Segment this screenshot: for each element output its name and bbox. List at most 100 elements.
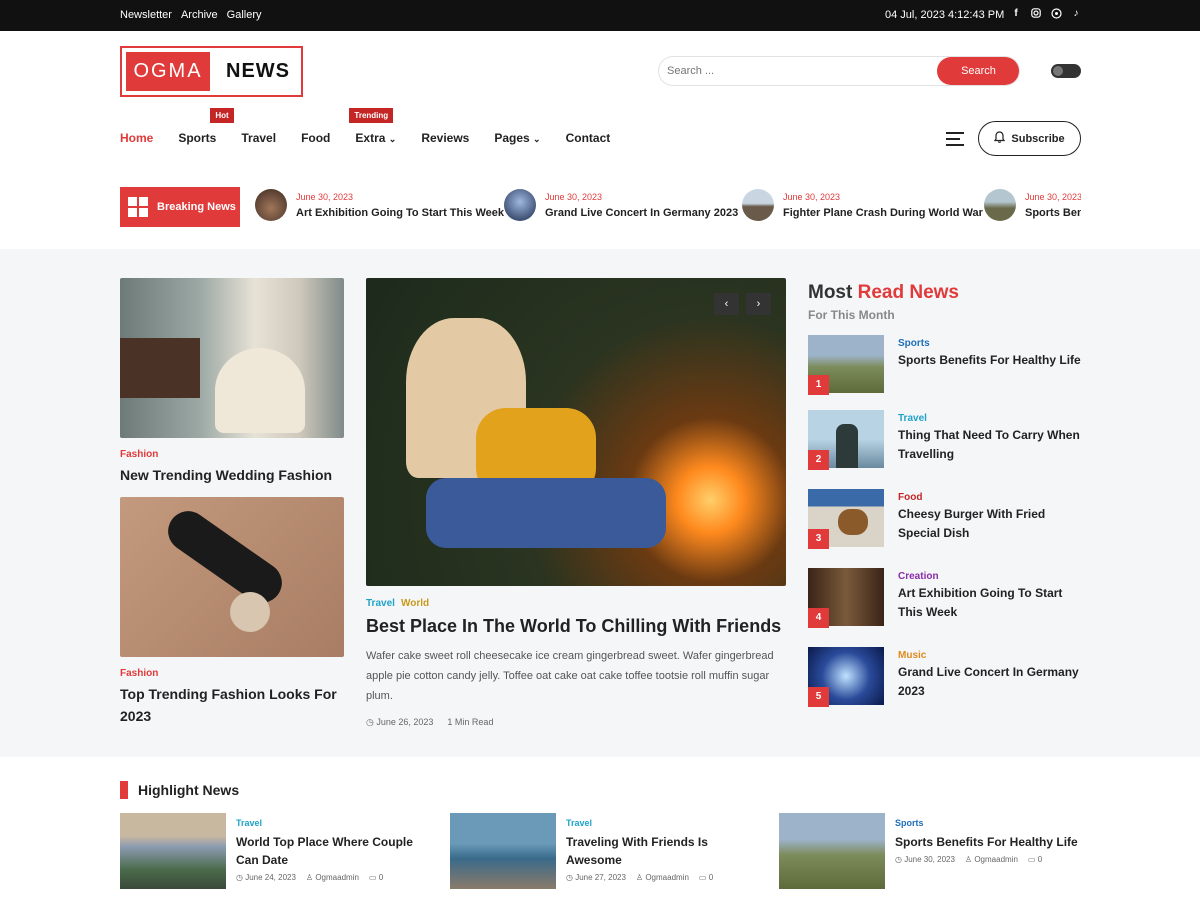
most-read-category[interactable]: Food xyxy=(898,492,922,503)
ticker-title: Sports Ben xyxy=(1025,207,1081,219)
breaking-label-text: Breaking News xyxy=(157,201,236,213)
card-category[interactable]: Fashion xyxy=(120,668,158,679)
nav-pages[interactable]: Pages ⌄ xyxy=(494,131,540,145)
nav-contact-label: Contact xyxy=(565,131,611,145)
rank-number: 4 xyxy=(808,608,829,628)
highlight-item-title[interactable]: World Top Place Where Couple Can Date xyxy=(236,833,421,869)
rank-number: 3 xyxy=(808,529,829,549)
most-read-category[interactable]: Music xyxy=(898,650,926,661)
card-title[interactable]: Top Trending Fashion Looks For 2023 xyxy=(120,683,344,727)
hamburger-menu-icon[interactable] xyxy=(946,132,964,146)
highlight-item[interactable]: Travel Traveling With Friends Is Awesome… xyxy=(450,813,750,889)
feature-meta: ◷ June 26, 2023 1 Min Read xyxy=(366,717,493,728)
ticker-item[interactable]: June 30, 2023 Art Exhibition Going To Sta… xyxy=(255,189,504,221)
chevron-down-icon: ⌄ xyxy=(388,134,397,144)
most-read-title[interactable]: Sports Benefits For Healthy Life xyxy=(898,351,1083,370)
logo-part-2: NEWS xyxy=(226,60,290,82)
nav-contact[interactable]: Contact xyxy=(566,131,611,145)
nav-extra[interactable]: Trending Extra ⌄ xyxy=(349,108,397,145)
highlight-item[interactable]: Sports Sports Benefits For Healthy Life … xyxy=(779,813,1079,889)
search-button[interactable]: Search xyxy=(937,57,1019,85)
highlight-thumb xyxy=(120,813,226,889)
link-archive[interactable]: Archive xyxy=(181,9,218,21)
rank-number: 1 xyxy=(808,375,829,395)
most-read-category[interactable]: Creation xyxy=(898,571,939,582)
user-icon: ♙ Ogmaadmin xyxy=(635,873,689,882)
instagram-icon[interactable] xyxy=(1030,8,1042,20)
ticker-date: June 30, 2023 xyxy=(545,192,603,202)
subscribe-button[interactable]: Subscribe xyxy=(978,121,1081,156)
rank-number: 5 xyxy=(808,687,829,707)
nav-sports[interactable]: Hot Sports xyxy=(178,108,234,145)
most-read-item[interactable]: 5 Music Grand Live Concert In Germany 20… xyxy=(808,647,1081,707)
ticker-date: June 30, 2023 xyxy=(783,192,841,202)
comment-icon: ▭ 0 xyxy=(698,873,714,882)
facebook-icon[interactable]: f xyxy=(1010,8,1022,20)
most-read-item[interactable]: 2 Travel Thing That Need To Carry When T… xyxy=(808,410,1081,470)
whatsapp-icon[interactable] xyxy=(1050,8,1062,20)
highlight-item[interactable]: Travel World Top Place Where Couple Can … xyxy=(120,813,420,889)
highlight-comments: 0 xyxy=(708,873,714,882)
dark-mode-toggle[interactable] xyxy=(1051,64,1081,78)
ticker-item[interactable]: June 30, 2023 Grand Live Concert In Germa… xyxy=(504,189,738,221)
highlight-item-title[interactable]: Sports Benefits For Healthy Life xyxy=(895,833,1080,851)
most-read-item[interactable]: 1 Sports Sports Benefits For Healthy Lif… xyxy=(808,335,1081,395)
nav-home[interactable]: Home xyxy=(120,131,153,145)
feature-description: Wafer cake sweet roll cheesecake ice cre… xyxy=(366,650,774,702)
highlight-category[interactable]: Travel xyxy=(236,818,262,828)
feature-category-travel[interactable]: Travel xyxy=(366,598,395,609)
feature-title[interactable]: Best Place In The World To Chilling With… xyxy=(366,616,786,637)
ticker-item[interactable]: June 30, 2023 Sports Ben xyxy=(984,189,1081,221)
trending-badge: Trending xyxy=(349,108,394,123)
link-gallery[interactable]: Gallery xyxy=(227,9,262,21)
most-read-item[interactable]: 3 Food Cheesy Burger With Fried Special … xyxy=(808,489,1081,549)
highlight-item-title[interactable]: Traveling With Friends Is Awesome xyxy=(566,833,751,869)
highlight-meta: ◷ June 27, 2023 ♙ Ogmaadmin ▭ 0 xyxy=(566,873,713,882)
most-read-title[interactable]: Grand Live Concert In Germany 2023 xyxy=(898,663,1083,701)
card-category[interactable]: Fashion xyxy=(120,449,158,460)
most-read-title-a: Most xyxy=(808,282,853,303)
most-read-title[interactable]: Art Exhibition Going To Start This Week xyxy=(898,584,1083,622)
highlight-author[interactable]: Ogmaadmin xyxy=(645,873,689,882)
feature-category-world[interactable]: World xyxy=(401,598,429,609)
clock-icon: ◷ June 27, 2023 xyxy=(566,873,626,882)
ticker-title: Art Exhibition Going To Start This Week xyxy=(296,207,504,219)
nav-travel[interactable]: Travel xyxy=(241,131,276,145)
card-title[interactable]: New Trending Wedding Fashion xyxy=(120,464,344,486)
ticker-date: June 30, 2023 xyxy=(1025,192,1081,202)
wedding-fashion-image[interactable] xyxy=(120,278,344,438)
most-read-item[interactable]: 4 Creation Art Exhibition Going To Start… xyxy=(808,568,1081,628)
highlight-author[interactable]: Ogmaadmin xyxy=(974,855,1018,864)
ticker-thumb xyxy=(742,189,774,221)
fashion-looks-image[interactable] xyxy=(120,497,344,657)
breaking-news-label: Breaking News xyxy=(120,187,240,227)
nav-reviews[interactable]: Reviews xyxy=(421,131,469,145)
highlight-category[interactable]: Travel xyxy=(566,818,592,828)
ticker-thumb xyxy=(504,189,536,221)
most-read-category[interactable]: Travel xyxy=(898,413,927,424)
link-newsletter[interactable]: Newsletter xyxy=(120,9,172,21)
highlight-category[interactable]: Sports xyxy=(895,818,924,828)
highlight-date: June 24, 2023 xyxy=(245,873,296,882)
highlight-comments: 0 xyxy=(1037,855,1043,864)
most-read-title[interactable]: Cheesy Burger With Fried Special Dish xyxy=(898,505,1083,543)
most-read-heading: Most Read News xyxy=(808,282,959,304)
clock-icon: ◷ June 24, 2023 xyxy=(236,873,296,882)
nav-food[interactable]: Food xyxy=(301,131,330,145)
slider-prev-button[interactable]: ‹ xyxy=(714,293,739,315)
most-read-title[interactable]: Thing That Need To Carry When Travelling xyxy=(898,426,1083,464)
feature-image[interactable] xyxy=(366,278,786,586)
highlight-author[interactable]: Ogmaadmin xyxy=(315,873,359,882)
nav-pages-label: Pages xyxy=(494,131,530,145)
slider-next-button[interactable]: › xyxy=(746,293,771,315)
nav-travel-label: Travel xyxy=(241,131,277,145)
ticker-item[interactable]: June 30, 2023 Fighter Plane Crash During … xyxy=(742,189,983,221)
search-input[interactable] xyxy=(659,57,939,85)
most-read-category[interactable]: Sports xyxy=(898,338,930,349)
logo-part-1: OGMA xyxy=(126,52,210,91)
hot-badge: Hot xyxy=(210,108,234,123)
site-logo[interactable]: OGMA NEWS xyxy=(120,46,303,97)
feature-read-time: 1 Min Read xyxy=(447,717,494,727)
tiktok-icon[interactable]: ♪ xyxy=(1070,8,1082,20)
ticker-date: June 30, 2023 xyxy=(296,192,354,202)
